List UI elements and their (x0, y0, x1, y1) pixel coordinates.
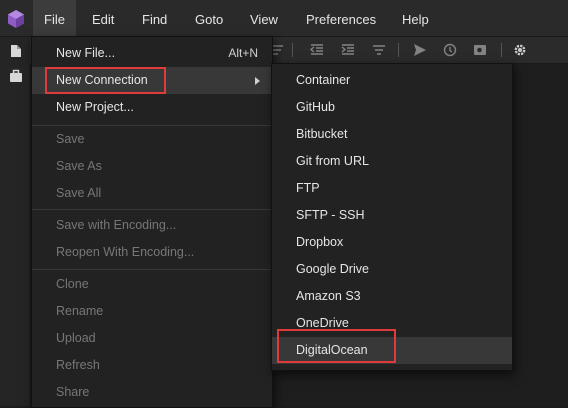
send-icon[interactable] (413, 43, 427, 57)
menu-item-refresh: Refresh (32, 352, 272, 379)
menu-item-label: Container (296, 73, 351, 87)
menu-edit[interactable]: Edit (81, 0, 125, 36)
menu-item-label: New File... (56, 46, 116, 60)
menu-item-label: Save As (56, 159, 102, 173)
menu-item-label: Bitbucket (296, 127, 348, 141)
menu-preferences[interactable]: Preferences (295, 0, 387, 36)
indent-icon[interactable] (341, 43, 355, 57)
menu-item-save-as: Save As (32, 153, 272, 180)
history-icon[interactable] (443, 43, 457, 57)
app-logo-icon (8, 10, 24, 28)
menu-divider (32, 209, 272, 210)
menu-item-shortcut: Alt+N (228, 46, 258, 60)
menu-item-label: Git from URL (296, 154, 369, 168)
menu-help[interactable]: Help (391, 0, 440, 36)
menu-divider (32, 269, 272, 270)
menu-item-label: Reopen With Encoding... (56, 245, 195, 259)
sort-icon[interactable] (372, 43, 386, 57)
new-file-icon[interactable] (9, 44, 23, 58)
menu-find[interactable]: Find (131, 0, 178, 36)
gear-icon[interactable] (513, 43, 527, 57)
menu-item-upload: Upload (32, 325, 272, 352)
menu-item-label: GitHub (296, 100, 335, 114)
submenu-item-git-from-url[interactable]: Git from URL (272, 148, 512, 175)
menu-item-label: Save All (56, 186, 102, 200)
menu-bar: File Edit Find Goto View Preferences Hel… (0, 0, 568, 37)
menu-item-rename: Rename (32, 298, 272, 325)
submenu-item-bitbucket[interactable]: Bitbucket (272, 121, 512, 148)
menu-file[interactable]: File (33, 0, 76, 36)
submenu-item-ftp[interactable]: FTP (272, 175, 512, 202)
highlight-digitalocean (277, 329, 396, 363)
menu-goto[interactable]: Goto (184, 0, 234, 36)
menu-item-label: Upload (56, 331, 96, 345)
submenu-item-amazon-s3[interactable]: Amazon S3 (272, 283, 512, 310)
toolbar-divider (292, 43, 293, 57)
menu-item-reopen-with-encoding: Reopen With Encoding... (32, 239, 272, 266)
preview-icon[interactable] (473, 43, 487, 57)
submenu-item-dropbox[interactable]: Dropbox (272, 229, 512, 256)
menu-item-label: Save (56, 132, 85, 146)
submenu-item-google-drive[interactable]: Google Drive (272, 256, 512, 283)
left-rail (0, 37, 31, 406)
menu-item-label: New Project... (56, 100, 134, 114)
menu-item-label: Google Drive (296, 262, 369, 276)
menu-item-label: Amazon S3 (296, 289, 361, 303)
submenu-item-sftp-ssh[interactable]: SFTP - SSH (272, 202, 512, 229)
menu-item-new-file[interactable]: New File... Alt+N (32, 40, 272, 67)
menu-item-label: Save with Encoding... (56, 218, 177, 232)
menu-item-label: Dropbox (296, 235, 344, 249)
submenu-item-github[interactable]: GitHub (272, 94, 512, 121)
menu-item-save-all: Save All (32, 180, 272, 207)
menu-item-share: Share (32, 379, 272, 406)
new-connection-submenu: Container GitHub Bitbucket Git from URL … (271, 63, 513, 371)
briefcase-icon[interactable] (9, 69, 23, 83)
highlight-new-connection (45, 67, 166, 94)
toolbar-divider (501, 43, 502, 57)
menu-item-new-project[interactable]: New Project... (32, 94, 272, 121)
menu-item-save-with-encoding: Save with Encoding... (32, 212, 272, 239)
menu-item-save: Save (32, 126, 272, 153)
chevron-right-icon (255, 77, 260, 85)
toolbar-divider (398, 43, 399, 57)
menu-item-label: Clone (56, 277, 89, 291)
menu-item-label: FTP (296, 181, 320, 195)
menu-item-label: SFTP - SSH (296, 208, 365, 222)
menu-item-clone: Clone (32, 271, 272, 298)
submenu-item-container[interactable]: Container (272, 67, 512, 94)
menu-item-label: Refresh (56, 358, 100, 372)
menu-item-label: Share (56, 385, 90, 399)
menu-item-label: Rename (56, 304, 104, 318)
menu-view[interactable]: View (239, 0, 289, 36)
outdent-icon[interactable] (310, 43, 324, 57)
